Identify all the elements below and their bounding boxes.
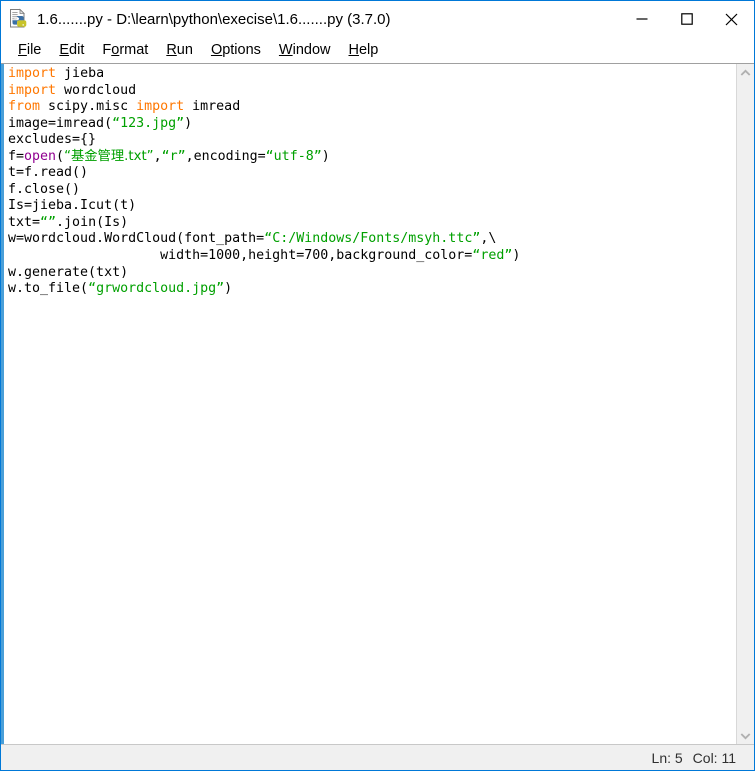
code-token: “grwordcloud.jpg” <box>88 281 225 297</box>
scroll-up-button[interactable] <box>737 64 754 81</box>
status-line-indicator: Ln: 5 <box>651 749 683 766</box>
code-token: ,\ <box>480 231 497 247</box>
menu-item-run[interactable]: Run <box>157 40 202 60</box>
chevron-up-icon <box>740 68 751 76</box>
code-line: w.generate(txt) <box>8 265 736 282</box>
code-token: scipy.misc <box>40 99 137 115</box>
code-token: “基金管理.txt” <box>64 148 154 164</box>
code-token: “red” <box>472 248 513 264</box>
menu-item-help[interactable]: Help <box>340 40 388 60</box>
code-line: f=open(“基金管理.txt”,“r”,encoding=“utf-8”) <box>8 149 736 166</box>
code-token: ) <box>184 115 193 131</box>
scroll-down-button[interactable] <box>737 727 754 744</box>
code-token: ) <box>512 248 521 264</box>
code-token: import <box>136 99 185 115</box>
code-line: import wordcloud <box>8 83 736 100</box>
code-token: jieba <box>56 66 105 81</box>
code-token: import <box>8 66 57 81</box>
code-line: txt=“”.join(Is) <box>8 215 736 232</box>
menu-item-window[interactable]: Window <box>270 40 340 60</box>
code-token: open <box>24 148 57 164</box>
menu-item-format[interactable]: Format <box>93 40 157 60</box>
titlebar[interactable]: 1.6.......py - D:\learn\python\execise\1… <box>1 1 754 37</box>
code-token: ) <box>321 148 330 164</box>
code-token: “123.jpg” <box>112 115 185 131</box>
code-line: f.close() <box>8 182 736 199</box>
window-title: 1.6.......py - D:\learn\python\execise\1… <box>37 10 391 28</box>
window-controls <box>619 1 754 37</box>
code-token: f= <box>8 148 25 164</box>
minimize-icon <box>636 18 647 20</box>
code-token: ,encoding= <box>185 148 266 164</box>
close-button[interactable] <box>709 1 754 37</box>
code-line: width=1000,height=700,background_color=“… <box>8 248 736 265</box>
code-token: “C:/Windows/Fonts/msyh.ttc” <box>264 231 481 247</box>
menu-accelerator: F <box>18 41 27 58</box>
code-token: wordcloud <box>56 82 137 98</box>
menu-accelerator: o <box>111 41 120 58</box>
code-token: “r” <box>161 148 186 164</box>
code-token: from <box>8 99 41 115</box>
vertical-scrollbar[interactable] <box>736 64 754 744</box>
code-token: t=f.read() <box>8 165 89 181</box>
maximize-icon <box>680 13 693 25</box>
menubar: File Edit Format Run Options Window Help <box>1 37 754 63</box>
menu-item-options[interactable]: Options <box>202 40 270 60</box>
code-line: from scipy.misc import imread <box>8 99 736 116</box>
code-token: ( <box>56 148 65 164</box>
code-line: w=wordcloud.WordCloud(font_path=“C:/Wind… <box>8 231 736 248</box>
code-token: , <box>153 148 162 164</box>
menu-accelerator: W <box>278 41 293 58</box>
idle-python-file-icon <box>8 8 30 30</box>
code-token: txt= <box>8 214 41 230</box>
code-token: Is=jieba.Icut(t) <box>8 198 137 214</box>
code-line: excludes={} <box>8 132 736 149</box>
scrollbar-track[interactable] <box>737 81 754 727</box>
code-token: “” <box>40 214 57 230</box>
menu-accelerator: E <box>59 41 70 58</box>
code-token: w=wordcloud.WordCloud(font_path= <box>8 231 265 247</box>
chevron-down-icon <box>740 732 751 740</box>
idle-editor-window: 1.6.......py - D:\learn\python\execise\1… <box>0 0 755 771</box>
code-token: width=1000,height=700,background_color= <box>8 248 473 264</box>
menu-accelerator: O <box>210 41 223 58</box>
code-token: w.to_file( <box>8 281 89 297</box>
statusbar: Ln: 5 Col: 11 <box>1 744 754 770</box>
code-token: ) <box>224 281 233 297</box>
editor-area: import jieba import wordcloud from scipy.m… <box>1 63 754 744</box>
code-token: image=imread( <box>8 115 113 131</box>
code-token: “utf-8” <box>265 148 322 164</box>
menu-item-edit[interactable]: Edit <box>50 40 93 60</box>
code-line: image=imread(“123.jpg”) <box>8 116 736 133</box>
menu-accelerator: R <box>166 41 177 58</box>
code-line: t=f.read() <box>8 165 736 182</box>
close-icon <box>725 13 738 25</box>
menu-item-file[interactable]: File <box>9 40 50 60</box>
code-line: Is=jieba.Icut(t) <box>8 198 736 215</box>
minimize-button[interactable] <box>619 1 664 37</box>
code-token: w.generate(txt) <box>8 264 129 280</box>
status-column-indicator: Col: 11 <box>692 749 736 766</box>
code-token: import <box>8 82 57 98</box>
code-line: import jieba <box>8 66 736 83</box>
code-editor[interactable]: import jieba import wordcloud from scipy.m… <box>4 64 736 744</box>
code-line: w.to_file(“grwordcloud.jpg”) <box>8 281 736 298</box>
code-token: excludes={} <box>8 132 97 148</box>
maximize-button[interactable] <box>664 1 709 37</box>
menu-accelerator: H <box>348 41 359 58</box>
code-token: .join(Is) <box>56 214 129 230</box>
code-token: f.close() <box>8 181 81 197</box>
code-token: imread <box>184 99 241 115</box>
